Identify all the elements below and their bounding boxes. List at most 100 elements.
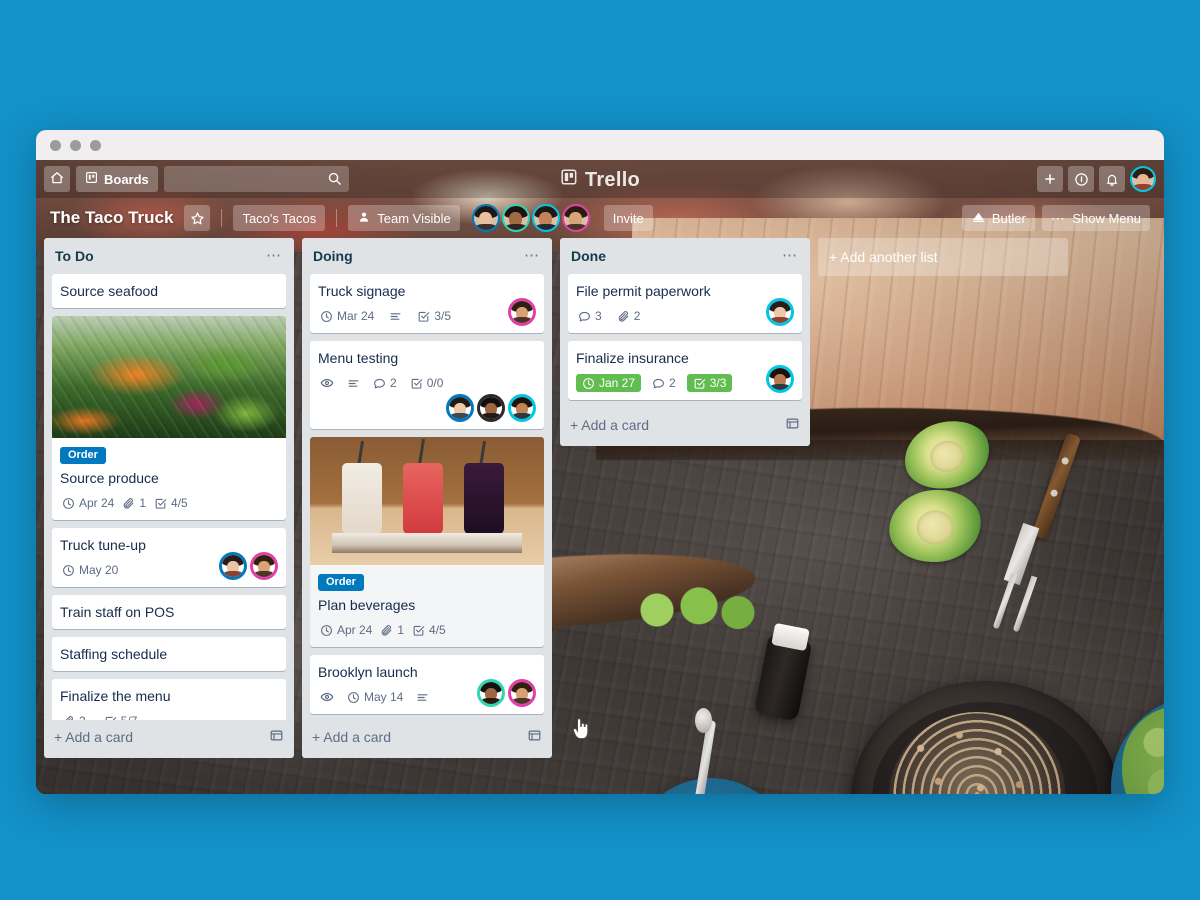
add-card-doing[interactable]: + Add a card xyxy=(302,720,552,756)
card-title: Source seafood xyxy=(60,283,159,299)
card-template-icon[interactable] xyxy=(785,416,800,434)
card-badges: Jan 27 2 3/3 xyxy=(576,373,794,393)
clock-icon xyxy=(321,624,332,636)
card-template-icon[interactable] xyxy=(527,728,542,746)
card-badges: 3 2 xyxy=(576,306,794,326)
attachment-icon xyxy=(65,715,73,720)
add-card-label: + Add a card xyxy=(312,729,392,745)
attachment-icon xyxy=(382,624,392,636)
profile-avatar[interactable] xyxy=(1130,166,1156,192)
card-member-avatar[interactable] xyxy=(508,394,536,422)
card-brooklyn-launch[interactable]: Brooklyn launch May 14 xyxy=(310,655,544,714)
board-member-3[interactable] xyxy=(531,204,560,232)
card-truck-signage[interactable]: Truck signage Mar 24 3/5 xyxy=(310,274,544,333)
add-card-done[interactable]: + Add a card xyxy=(560,408,810,444)
list-menu-icon[interactable]: ⋯ xyxy=(778,248,802,263)
notifications-button[interactable] xyxy=(1099,166,1125,192)
list-to-do: To Do ⋯ Source seafood Order Source prod… xyxy=(44,238,294,758)
card-members xyxy=(446,394,536,422)
card-member-avatar[interactable] xyxy=(446,394,474,422)
checklist-icon xyxy=(694,378,705,389)
card-truck-tune-up[interactable]: Truck tune-up May 20 xyxy=(52,528,286,587)
board-member-1[interactable] xyxy=(471,204,500,232)
watch-eye-icon xyxy=(320,692,334,702)
list-menu-icon[interactable]: ⋯ xyxy=(520,248,544,263)
badge-description xyxy=(414,689,431,706)
badge-comments: 2 xyxy=(371,374,399,392)
add-card-to-do[interactable]: + Add a card xyxy=(44,720,294,756)
list-done: Done ⋯ File permit paperwork 3 2 Finaliz… xyxy=(560,238,810,446)
invite-button[interactable]: Invite xyxy=(603,205,653,231)
card-badges: 2 5/7 xyxy=(60,711,278,720)
search-input[interactable] xyxy=(163,166,349,192)
card-cover-image xyxy=(52,316,286,438)
card-plan-beverages[interactable]: Order Plan beverages Apr 24 1 4/5 xyxy=(310,437,544,647)
card-template-icon[interactable] xyxy=(269,728,284,746)
butler-button[interactable]: Butler xyxy=(961,205,1035,231)
search-icon xyxy=(327,171,342,191)
card-label-order[interactable]: Order xyxy=(318,574,364,591)
card-label-order[interactable]: Order xyxy=(60,447,106,464)
badge-due-date: Mar 24 xyxy=(318,307,376,325)
badge-comments: 2 xyxy=(650,374,678,392)
card-title: Finalize insurance xyxy=(576,350,689,366)
board-member-2[interactable] xyxy=(501,204,530,232)
team-icon xyxy=(357,210,371,227)
list-cards: File permit paperwork 3 2 Finalize insur… xyxy=(560,274,810,408)
minimize-button[interactable] xyxy=(70,139,81,151)
card-member-avatar[interactable] xyxy=(250,552,278,580)
list-header: To Do ⋯ xyxy=(44,238,294,274)
card-train-staff-on-pos[interactable]: Train staff on POS xyxy=(52,595,286,629)
template-glyph xyxy=(528,730,541,741)
board-lists-canvas: To Do ⋯ Source seafood Order Source prod… xyxy=(36,238,1164,764)
show-menu-button[interactable]: ⋯ Show Menu xyxy=(1041,205,1150,231)
badge-attachments: 1 xyxy=(120,494,148,512)
invite-label: Invite xyxy=(612,210,644,226)
card-title: Plan beverages xyxy=(318,597,416,613)
card-title: Menu testing xyxy=(318,350,399,366)
card-member-avatar[interactable] xyxy=(477,394,505,422)
list-menu-icon[interactable]: ⋯ xyxy=(262,248,286,263)
card-menu-testing[interactable]: Menu testing 2 0/0 xyxy=(310,341,544,429)
card-file-permit-paperwork[interactable]: File permit paperwork 3 2 xyxy=(568,274,802,333)
card-source-seafood[interactable]: Source seafood xyxy=(52,274,286,308)
card-finalize-the-menu[interactable]: Finalize the menu 2 5/7 xyxy=(52,679,286,720)
board-member-4[interactable] xyxy=(561,204,590,232)
card-member-avatar[interactable] xyxy=(477,679,505,707)
card-member-avatar[interactable] xyxy=(766,365,794,393)
star-board-button[interactable] xyxy=(184,205,211,231)
zoom-button[interactable] xyxy=(90,139,101,151)
cover-jar-horchata xyxy=(342,463,382,535)
badge-checklist: 0/0 xyxy=(408,374,446,392)
badge-watching xyxy=(318,688,336,706)
info-button[interactable] xyxy=(1068,166,1094,192)
boards-button[interactable]: Boards xyxy=(76,166,158,192)
card-member-avatar[interactable] xyxy=(508,679,536,707)
visibility-button[interactable]: Team Visible xyxy=(348,205,460,231)
clock-icon xyxy=(321,310,332,322)
list-title: Done xyxy=(571,248,606,264)
badge-due-date: May 14 xyxy=(345,688,405,706)
checklist-icon xyxy=(418,311,430,322)
badge-description xyxy=(387,308,404,325)
card-source-produce[interactable]: Order Source produce Apr 24 1 4/5 xyxy=(52,316,286,520)
card-staffing-schedule[interactable]: Staffing schedule xyxy=(52,637,286,671)
card-title: Truck signage xyxy=(318,283,406,299)
butler-glyph xyxy=(972,212,984,222)
card-member-avatar[interactable] xyxy=(219,552,247,580)
card-finalize-insurance[interactable]: Finalize insurance Jan 27 2 3/3 xyxy=(568,341,802,400)
card-member-avatar[interactable] xyxy=(766,298,794,326)
badge-attachments: 1 xyxy=(378,621,406,639)
team-visible-glyph xyxy=(360,212,369,222)
add-button[interactable] xyxy=(1037,166,1063,192)
star-icon xyxy=(191,212,204,224)
team-name-button[interactable]: Taco's Tacos xyxy=(233,205,326,231)
card-member-avatar[interactable] xyxy=(508,298,536,326)
home-button[interactable] xyxy=(44,166,70,192)
attachment-icon xyxy=(124,497,134,509)
add-another-list-button[interactable]: + Add another list xyxy=(818,238,1068,276)
cover-table-runner xyxy=(332,533,522,553)
badge-due-date: Apr 24 xyxy=(318,621,374,639)
top-nav-right-group xyxy=(1037,166,1156,192)
close-button[interactable] xyxy=(50,139,61,151)
